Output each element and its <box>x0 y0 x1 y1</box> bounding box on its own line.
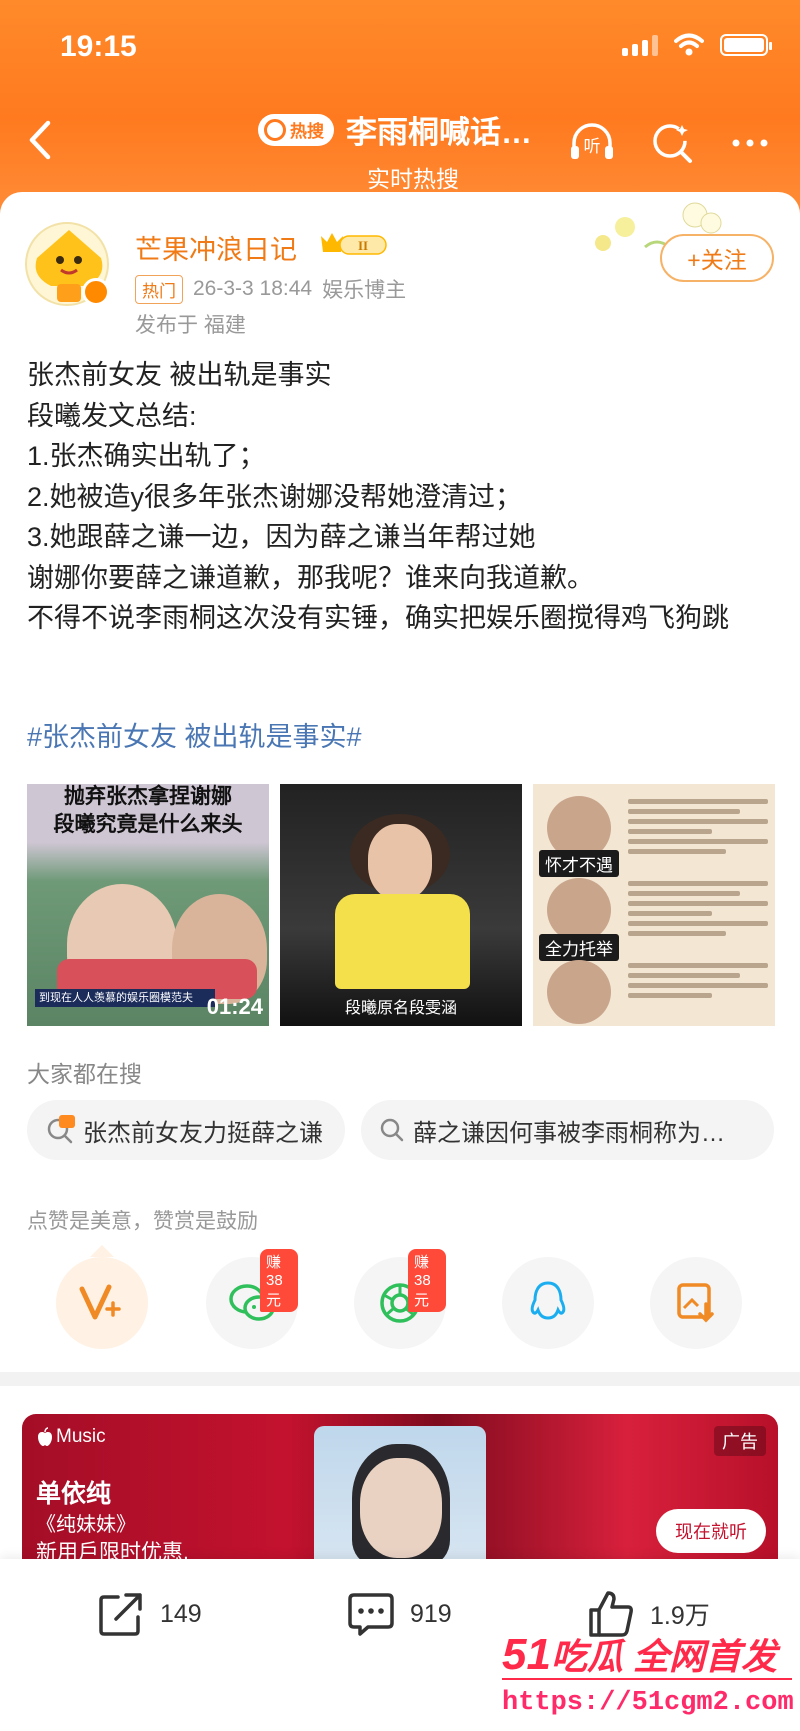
post-line: 谢娜你要薛之谦道歉，那我呢？谁来向我道歉。 <box>27 562 594 593</box>
video-caption-top: 抛弃张杰拿捏谢娜 <box>64 785 232 808</box>
post-line: 张杰前女友 被出轨是事实 <box>27 360 332 390</box>
post-card: 芒果冲浪日记 II 热门 26-3-3 18:44 娱乐博主 发布于 福建 +关… <box>0 192 800 1372</box>
ad-label[interactable]: 广告 <box>714 1426 766 1456</box>
post-image-3[interactable]: 怀才不遇 全力托举 <box>533 784 775 1026</box>
reward-v-icon <box>79 1284 121 1320</box>
post-line: 不得不说李雨桐这次没有实锤，确实把娱乐圈搅得鸡飞狗跳 <box>27 603 729 633</box>
post-image-2[interactable]: 段曦原名段雯涵 <box>280 784 522 1026</box>
comment-icon <box>348 1593 394 1636</box>
image-grid: 抛弃张杰拿捏谢娜 段曦究竟是什么来头 到现在人人羡慕的娱乐圈模范夫 01:24 … <box>27 784 775 1026</box>
site-watermark: 51吃瓜 全网首发 https://51cgm2.com <box>502 1628 800 1718</box>
like-count: 1.9万 <box>650 1602 710 1630</box>
post-video-thumbnail[interactable]: 抛弃张杰拿捏谢娜 段曦究竟是什么来头 到现在人人羡慕的娱乐圈模范夫 01:24 <box>27 784 269 1026</box>
level-crown-badge-icon[interactable]: II <box>318 230 390 258</box>
cellular-signal-icon <box>622 34 658 56</box>
save-image-button[interactable] <box>650 1257 742 1349</box>
wifi-icon <box>674 33 704 56</box>
top-nav: 热搜 李雨桐喊话… 实时热搜 听 <box>0 105 800 192</box>
comment-button[interactable]: 919 <box>346 1589 452 1639</box>
related-search-title: 大家都在搜 <box>27 1061 142 1087</box>
share-moments-button[interactable]: 赚38元 <box>354 1249 446 1349</box>
listen-icon[interactable]: 听 <box>568 119 616 167</box>
image-subtitle: 段曦原名段雯涵 <box>344 1000 457 1017</box>
search-icon <box>380 1118 404 1142</box>
status-bar: 19:15 <box>0 0 800 95</box>
repost-count: 149 <box>160 1599 202 1628</box>
level-badge-text: II <box>358 238 368 253</box>
repost-icon <box>99 1593 142 1636</box>
section-separator <box>0 1372 800 1386</box>
post-timestamp: 26-3-3 18:44 <box>193 277 313 300</box>
related-search-chip-label: 张杰前女友力挺薛之谦 <box>83 1119 323 1147</box>
verified-badge-icon <box>82 278 110 306</box>
post-line: 2.她被造y很多年张杰谢娜没帮她澄清过； <box>27 481 523 512</box>
video-duration: 01:24 <box>206 994 263 1019</box>
status-time: 19:15 <box>60 30 137 63</box>
search-icon <box>264 118 286 141</box>
related-search-chip[interactable]: 薛之谦因何事被李雨桐称为… <box>361 1100 774 1160</box>
post-line: 段曦发文总结: <box>27 400 197 431</box>
nav-title: 李雨桐喊话… <box>346 115 532 150</box>
apple-icon <box>38 1427 52 1446</box>
author-role: 娱乐博主 <box>322 279 407 302</box>
share-row: 赚38元 赚38元 <box>0 1245 800 1367</box>
repost-button[interactable]: 149 <box>96 1589 202 1639</box>
reward-tip: 点赞是美意，赞赏是鼓励 <box>27 1210 258 1233</box>
ad-brand: Music <box>56 1426 106 1447</box>
share-qq-button[interactable] <box>502 1257 594 1349</box>
refresh-search-icon[interactable] <box>648 119 696 167</box>
apple-music-logo: Music <box>36 1426 106 1448</box>
post-meta: 热门 26-3-3 18:44 娱乐博主 <box>135 274 406 304</box>
author-name[interactable]: 芒果冲浪日记 <box>135 228 297 267</box>
follow-button[interactable]: +关注 <box>660 234 774 282</box>
post-body: 张杰前女友 被出轨是事实 段曦发文总结: 1.张杰确实出轨了； 2.她被造y很多… <box>27 355 787 639</box>
back-icon[interactable] <box>22 115 62 165</box>
ad-artist: 单依纯 <box>36 1480 112 1508</box>
hot-label: 热门 <box>135 274 183 304</box>
hot-search-icon <box>47 1115 75 1144</box>
listen-icon-label: 听 <box>584 137 601 157</box>
reward-button[interactable] <box>56 1245 148 1349</box>
ad-album: 《纯妹妹》 <box>36 1514 136 1536</box>
status-icons <box>622 33 772 57</box>
post-location: 发布于 福建 <box>135 314 246 337</box>
related-search-chip[interactable]: 张杰前女友力挺薛之谦 <box>27 1100 345 1160</box>
save-image-icon <box>677 1283 714 1323</box>
ad-offer: 新用戶限时优惠, <box>36 1541 189 1559</box>
video-subtitle: 到现在人人羡慕的娱乐圈模范夫 <box>35 989 215 1007</box>
comment-count: 919 <box>410 1599 452 1628</box>
hot-search-tag-label: 热搜 <box>290 122 324 141</box>
watermark-url: https://51cgm2.com <box>502 1688 794 1718</box>
related-search-chip-label: 薛之谦因何事被李雨桐称为… <box>413 1119 725 1147</box>
battery-icon <box>720 34 772 56</box>
watermark-title: 51吃瓜 全网首发 <box>502 1630 777 1679</box>
video-caption-main: 段曦究竟是什么来头 <box>53 813 243 836</box>
share-wechat-button[interactable]: 赚38元 <box>206 1249 298 1349</box>
post-line: 3.她跟薛之谦一边，因为薛之谦当年帮过她 <box>27 522 536 552</box>
nav-subtitle: 实时热搜 <box>367 166 459 192</box>
more-icon[interactable] <box>726 119 774 167</box>
post-line: 1.张杰确实出轨了； <box>27 441 266 471</box>
listen-now-button[interactable]: 现在就听 <box>656 1509 766 1553</box>
reward-badge: 赚38元 <box>260 1249 298 1312</box>
hot-search-tag: 热搜 <box>258 113 334 146</box>
qq-icon <box>530 1281 566 1320</box>
nav-title-block[interactable]: 热搜 李雨桐喊话… 实时热搜 <box>258 107 558 194</box>
topic-link[interactable]: #张杰前女友 被出轨是事实# <box>27 715 362 754</box>
music-ad-banner[interactable]: Music 单依纯 《纯妹妹》 新用戶限时优惠, 广告 现在就听 <box>22 1414 778 1559</box>
reward-badge: 赚38元 <box>408 1249 446 1312</box>
